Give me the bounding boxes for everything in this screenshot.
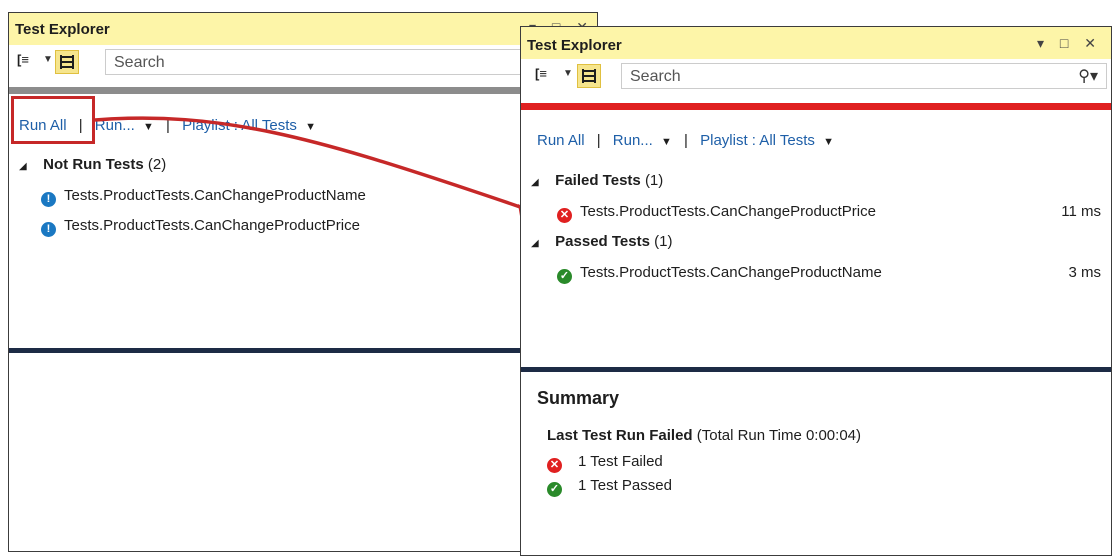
- check-circle-icon: ✓: [557, 269, 572, 284]
- pane-divider[interactable]: [521, 367, 1111, 372]
- group-by-icon[interactable]: [≡: [535, 66, 559, 86]
- passed-count-label: 1 Test Passed: [578, 477, 672, 494]
- summary-failed-link[interactable]: ✕ 1 Test Failed: [547, 453, 663, 473]
- separator: |: [596, 132, 601, 149]
- list-view-icon[interactable]: [577, 64, 601, 88]
- chevron-down-icon[interactable]: ▼: [661, 136, 672, 148]
- test-duration: 3 ms: [1068, 264, 1101, 281]
- check-circle-icon: ✓: [547, 482, 562, 497]
- window-title: Test Explorer: [527, 37, 622, 54]
- group-count: (1): [654, 233, 673, 250]
- search-input[interactable]: [628, 66, 1020, 88]
- summary-result-status: Last Test Run Failed: [547, 427, 693, 444]
- summary-heading: Summary: [537, 388, 620, 408]
- summary-result: Last Test Run Failed (Total Run Time 0:0…: [547, 427, 861, 444]
- summary-run-time: (Total Run Time 0:00:04): [696, 427, 861, 444]
- search-box[interactable]: ⚲▾: [621, 63, 1107, 89]
- group-count: (1): [644, 172, 664, 189]
- collapse-triangle-icon[interactable]: ◢: [531, 177, 551, 188]
- test-duration: 11 ms: [1061, 203, 1101, 220]
- group-label: Passed Tests: [555, 233, 650, 250]
- run-link[interactable]: Run...: [613, 132, 653, 149]
- summary-passed-link[interactable]: ✓ 1 Test Passed: [547, 477, 672, 497]
- run-all-link[interactable]: Run All: [537, 132, 585, 149]
- collapse-triangle-icon[interactable]: ◢: [531, 238, 551, 249]
- title-bar[interactable]: Test Explorer ▾ □ ✕: [521, 27, 1111, 59]
- command-bar: Run All | Run... ▼ | Playlist : All Test…: [537, 132, 834, 149]
- group-passed[interactable]: ◢ Passed Tests (1): [531, 233, 672, 250]
- group-failed[interactable]: ◢ Failed Tests (1): [531, 172, 663, 189]
- test-item[interactable]: ✓ Tests.ProductTests.CanChangeProductName…: [521, 264, 1111, 284]
- window-controls[interactable]: ▾ □ ✕: [1037, 35, 1102, 52]
- error-x-icon: ✕: [547, 458, 562, 473]
- group-label: Failed Tests: [555, 172, 641, 189]
- error-x-icon: ✕: [557, 208, 572, 223]
- test-name: Tests.ProductTests.CanChangeProductName: [580, 264, 882, 281]
- test-explorer-right: Test Explorer ▾ □ ✕ [≡ ▼ ⚲▾ Run All | Ru…: [520, 26, 1112, 556]
- failed-count-label: 1 Test Failed: [578, 453, 663, 470]
- test-name: Tests.ProductTests.CanChangeProductPrice: [580, 203, 876, 220]
- search-icon[interactable]: ⚲▾: [1078, 66, 1098, 86]
- test-item[interactable]: ✕ Tests.ProductTests.CanChangeProductPric…: [521, 203, 1111, 223]
- chevron-down-icon[interactable]: ▼: [563, 68, 573, 79]
- playlist-link[interactable]: Playlist : All Tests: [700, 132, 815, 149]
- separator: |: [684, 132, 688, 149]
- progress-bar-failed: [521, 103, 1111, 110]
- chevron-down-icon[interactable]: ▼: [823, 136, 834, 148]
- toolbar: [≡ ▼ ⚲▾: [521, 59, 1111, 93]
